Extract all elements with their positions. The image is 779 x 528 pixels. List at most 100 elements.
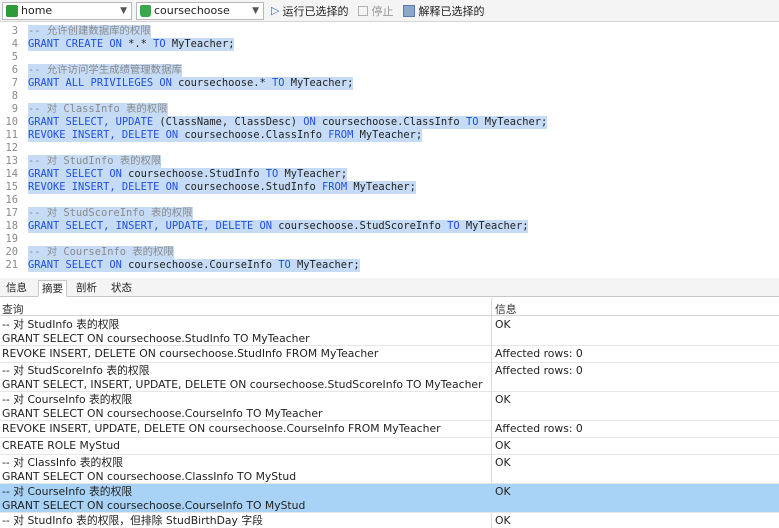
line-number: 17 [5, 207, 18, 219]
sql-comment: -- 对 StudInfo 表的权限 [28, 155, 162, 167]
sql-keyword: REVOKE INSERT, DELETE ON [28, 181, 185, 193]
sql-keyword: TO [447, 220, 466, 232]
sql-keyword: GRANT SELECT, INSERT, UPDATE, DELETE ON [28, 220, 279, 232]
tab-profile[interactable]: 剖析 [73, 280, 100, 297]
code-line[interactable]: 17 -- 对 StudScoreInfo 表的权限 [0, 207, 193, 220]
query-column-header[interactable]: 查询 [2, 301, 24, 317]
run-selected-label: 运行已选择的 [282, 4, 349, 18]
line-number: 11 [5, 129, 18, 141]
info-cell: OK [495, 514, 511, 527]
sql-identifier: MyTeacher; [290, 77, 354, 89]
sql-identifier: coursechoose.StudScoreInfo [278, 220, 448, 232]
info-column-header[interactable]: 信息 [495, 301, 517, 317]
result-grid: 查询 信息 -- 对 StudInfo 表的权限 GRANT SELECT ON… [0, 298, 779, 528]
sql-identifier: MyTeacher; [465, 220, 529, 232]
table-row[interactable]: -- 对 CourseInfo 表的权限 GRANT SELECT ON cou… [0, 484, 779, 513]
code-line[interactable]: 9 -- 对 ClassInfo 表的权限 [0, 103, 168, 116]
play-icon: ▷ [271, 4, 280, 17]
line-number: 15 [5, 181, 18, 193]
sql-identifier: MyTeacher; [171, 38, 235, 50]
sql-keyword: TO [153, 38, 172, 50]
code-text: GRANT CREATE ON *.* TO MyTeacher; [28, 38, 235, 51]
explain-icon [403, 4, 416, 17]
code-line[interactable]: 20 -- 对 CourseInfo 表的权限 [0, 246, 174, 259]
sql-editor[interactable]: 3 -- 允许创建数据库的权限 4 GRANT CREATE ON *.* TO My… [0, 23, 779, 275]
code-line[interactable]: 10 GRANT SELECT, UPDATE (ClassName, Class… [0, 116, 548, 129]
query-cell: -- 对 StudInfo 表的权限，但排除 StudBirthDay 字段 [2, 514, 263, 527]
sql-keyword: ON [303, 116, 323, 128]
line-number: 18 [5, 220, 18, 232]
code-line[interactable]: 15 REVOKE INSERT, DELETE ON coursechoose.… [0, 181, 416, 194]
line-number: 3 [11, 25, 18, 37]
sql-identifier: coursechoose.* [178, 77, 272, 89]
line-number: 21 [5, 259, 18, 271]
chevron-down-icon: ▼ [252, 5, 259, 16]
code-text: GRANT SELECT, UPDATE (ClassName, ClassDe… [28, 116, 548, 129]
tab-info[interactable]: 信息 [3, 280, 30, 297]
code-text: -- 对 StudInfo 表的权限 [28, 155, 162, 168]
code-line[interactable]: 11 REVOKE INSERT, DELETE ON coursechoose.… [0, 129, 423, 142]
sql-identifier: coursechoose.StudInfo [128, 168, 266, 180]
connection-icon [6, 4, 18, 17]
sql-keyword: GRANT SELECT, UPDATE [28, 116, 160, 128]
code-line[interactable]: 13 -- 对 StudInfo 表的权限 [0, 155, 162, 168]
info-cell: OK [495, 393, 511, 406]
query-cell: -- 对 CourseInfo 表的权限 GRANT SELECT ON cou… [2, 393, 323, 420]
query-cell: CREATE ROLE MyStud [2, 439, 121, 452]
tab-summary[interactable]: 摘要 [38, 280, 67, 297]
run-selected-button[interactable]: ▷ 运行已选择的 [268, 2, 351, 20]
table-row[interactable]: -- 对 ClassInfo 表的权限 GRANT SELECT ON cour… [0, 455, 779, 484]
table-row[interactable]: REVOKE INSERT, DELETE ON coursechoose.St… [0, 346, 779, 363]
code-line[interactable]: 21 GRANT SELECT ON coursechoose.CourseInf… [0, 259, 360, 272]
sql-keyword: GRANT SELECT ON [28, 259, 129, 271]
code-line[interactable]: 14 GRANT SELECT ON coursechoose.StudInfo … [0, 168, 348, 181]
table-row[interactable]: -- 对 CourseInfo 表的权限 GRANT SELECT ON cou… [0, 392, 779, 421]
info-cell: OK [495, 456, 511, 469]
sql-identifier: MyTeacher; [353, 181, 416, 193]
code-line[interactable]: 3 -- 允许创建数据库的权限 [0, 25, 151, 38]
code-line[interactable]: 5 [0, 51, 28, 64]
code-line[interactable]: 8 [0, 90, 28, 103]
code-line[interactable]: 6 -- 允许访问学生成绩管理数据库 [0, 64, 182, 77]
sql-identifier: coursechoose.ClassInfo [322, 116, 466, 128]
info-cell: OK [495, 318, 511, 331]
info-cell: Affected rows: 0 [495, 347, 583, 360]
table-row[interactable]: CREATE ROLE MyStud OK [0, 438, 779, 455]
query-cell: -- 对 StudScoreInfo 表的权限 GRANT SELECT, IN… [2, 364, 483, 391]
code-line[interactable]: 19 [0, 233, 28, 246]
connection-select[interactable]: home ▼ [2, 1, 132, 20]
explain-selected-label: 解释已选择的 [418, 4, 485, 18]
stop-icon [358, 5, 369, 16]
query-cell: REVOKE INSERT, UPDATE, DELETE ON coursec… [2, 422, 441, 435]
database-icon [140, 4, 151, 17]
code-text: GRANT SELECT ON coursechoose.CourseInfo … [28, 259, 360, 272]
code-line[interactable]: 12 [0, 142, 28, 155]
stop-button[interactable]: 停止 [355, 2, 396, 20]
sql-keyword: TO [278, 259, 298, 271]
sql-identifier: coursechoose.CourseInfo [128, 259, 279, 271]
explain-selected-button[interactable]: 解释已选择的 [400, 2, 487, 20]
code-line[interactable]: 16 [0, 194, 28, 207]
code-text: GRANT ALL PRIVILEGES ON coursechoose.* T… [28, 77, 354, 90]
line-number: 4 [11, 38, 18, 50]
code-line[interactable]: 18 GRANT SELECT, INSERT, UPDATE, DELETE O… [0, 220, 529, 233]
tab-status[interactable]: 状态 [108, 280, 135, 297]
line-number: 20 [5, 246, 18, 258]
info-cell: OK [495, 485, 511, 498]
info-cell: Affected rows: 0 [495, 364, 583, 377]
code-text: GRANT SELECT ON coursechoose.StudInfo TO… [28, 168, 348, 181]
query-cell: -- 对 StudInfo 表的权限 GRANT SELECT ON cours… [2, 318, 310, 345]
table-row[interactable]: -- 对 StudInfo 表的权限 GRANT SELECT ON cours… [0, 317, 779, 346]
code-line[interactable]: 4 GRANT CREATE ON *.* TO MyTeacher; [0, 38, 235, 51]
table-row[interactable]: -- 对 StudScoreInfo 表的权限 GRANT SELECT, IN… [0, 363, 779, 392]
table-row[interactable]: -- 对 StudInfo 表的权限，但排除 StudBirthDay 字段 OK [0, 513, 779, 528]
code-text: -- 允许访问学生成绩管理数据库 [28, 64, 182, 77]
sql-identifier: MyTeacher; [484, 116, 548, 128]
database-select[interactable]: coursechoose ▼ [136, 1, 264, 20]
table-row[interactable]: REVOKE INSERT, UPDATE, DELETE ON coursec… [0, 421, 779, 438]
line-number: 12 [5, 142, 18, 154]
grid-header: 查询 信息 [0, 298, 779, 316]
sql-keyword: TO [265, 168, 285, 180]
code-line[interactable]: 7 GRANT ALL PRIVILEGES ON coursechoose.* … [0, 77, 354, 90]
code-text: -- 对 ClassInfo 表的权限 [28, 103, 168, 116]
